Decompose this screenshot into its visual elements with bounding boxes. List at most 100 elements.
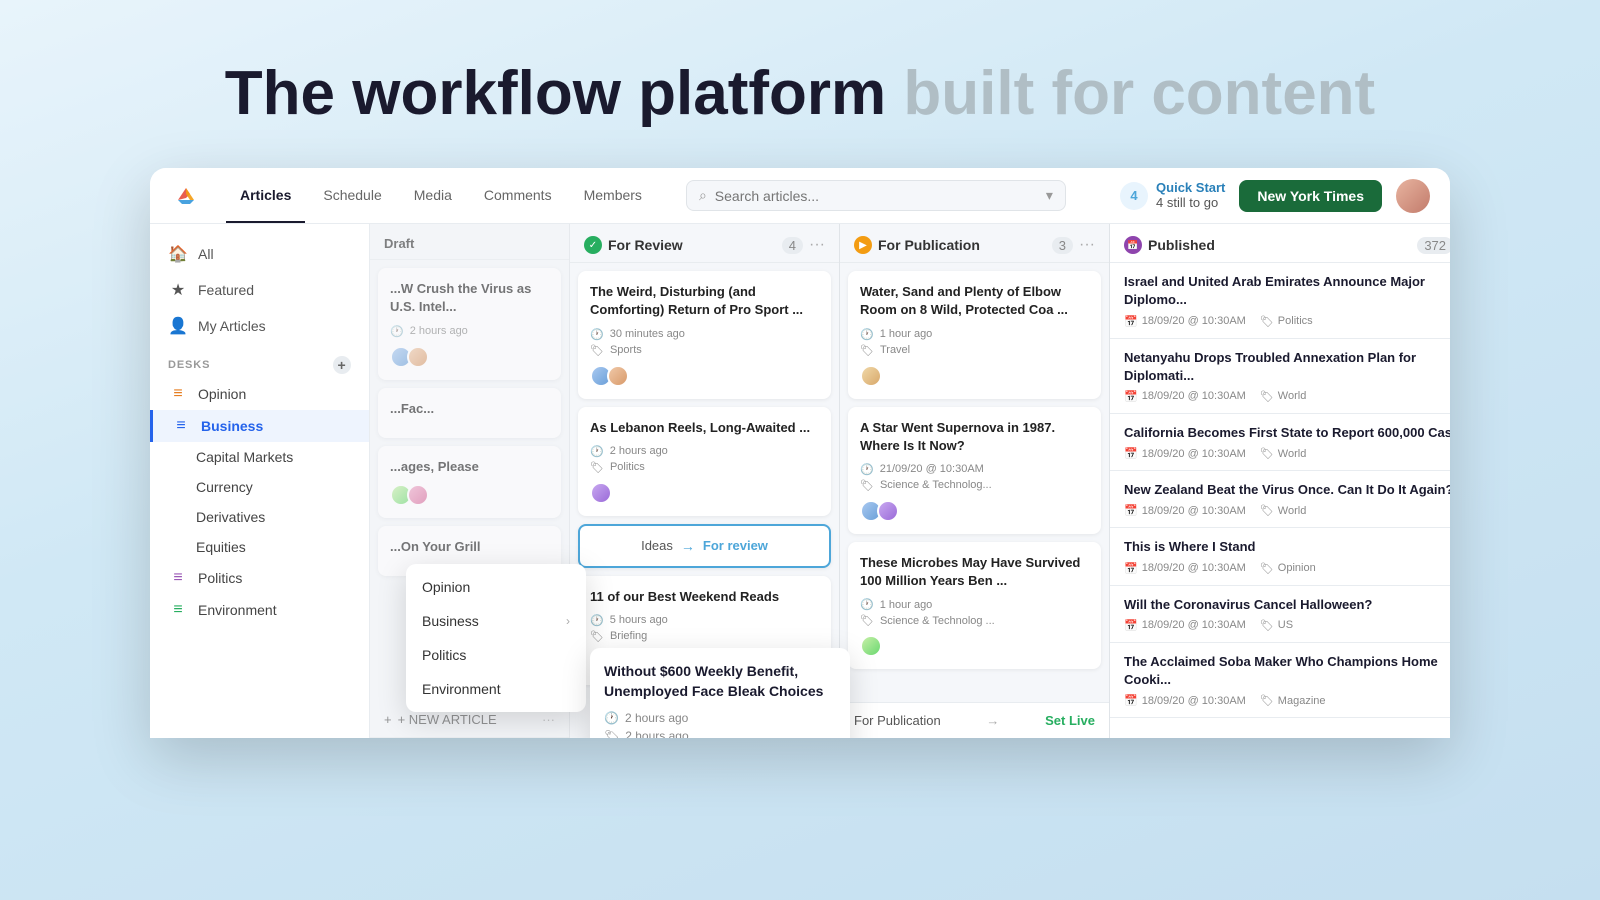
card-pub-3[interactable]: These Microbes May Have Survived 100 Mil…	[848, 542, 1101, 669]
add-desk-button[interactable]: +	[333, 356, 351, 374]
card-pub-3-tag-row: 🏷 Science & Technolog ...	[860, 614, 1089, 627]
search-input[interactable]	[715, 188, 1038, 204]
card-pub-2-tagval: Science & Technolog...	[880, 479, 992, 491]
pub-row-5-meta: 📅 18/09/20 @ 10:30AM 🏷 US	[1124, 619, 1450, 632]
kanban-col-published: 📅 Published 372 ··· Israel and United Ar…	[1110, 224, 1450, 738]
card-pub-3-tagval: Science & Technolog ...	[880, 615, 995, 627]
tooltip-unemployment-title: Without $600 Weekly Benefit, Unemployed …	[604, 662, 836, 701]
hero-title-black: The workflow platform	[225, 59, 886, 128]
sidebar-item-derivatives[interactable]: Derivatives	[150, 502, 369, 532]
tab-articles[interactable]: Articles	[226, 168, 305, 223]
card-review-1-title: The Weird, Disturbing (and Comforting) R…	[590, 283, 819, 319]
sidebar-item-politics[interactable]: ≡ Politics	[150, 562, 369, 594]
pub-row-4-date: 📅 18/09/20 @ 10:30AM	[1124, 562, 1246, 575]
dropdown-business-arrow: ›	[566, 614, 570, 628]
card-pub-1[interactable]: Water, Sand and Plenty of Elbow Room on …	[848, 271, 1101, 398]
set-live-label: For Publication	[854, 713, 941, 728]
cal-icon-2: 📅	[1124, 447, 1138, 460]
search-bar[interactable]: ⌕ ▾	[686, 180, 1066, 211]
pub-row-1-meta: 📅 18/09/20 @ 10:30AM 🏷 World	[1124, 390, 1450, 403]
new-article-plus: +	[384, 712, 392, 727]
sidebar-item-opinion[interactable]: ≡ Opinion	[150, 378, 369, 410]
pub-row-6-date: 📅 18/09/20 @ 10:30AM	[1124, 694, 1246, 707]
filter-icon[interactable]: ▾	[1046, 187, 1053, 204]
desk-business-label: Business	[201, 418, 263, 434]
tag-icon-3: 🏷	[1260, 504, 1274, 517]
card-pub-3-avatars	[860, 635, 877, 657]
sidebar-item-featured[interactable]: ★ Featured	[150, 272, 369, 308]
col-review-menu[interactable]: ···	[809, 236, 825, 254]
quick-start-badge: 4	[1120, 182, 1148, 210]
sidebar-item-my-articles[interactable]: 👤 My Articles	[150, 308, 369, 344]
card-draft-1[interactable]: ...W Crush the Virus as U.S. Intel... 🕐 …	[378, 268, 561, 379]
pub-row-4[interactable]: This is Where I Stand 📅 18/09/20 @ 10:30…	[1110, 528, 1450, 585]
card-review-2[interactable]: As Lebanon Reels, Long-Awaited ... 🕐 2 h…	[578, 407, 831, 516]
pub-row-4-meta: 📅 18/09/20 @ 10:30AM 🏷 Opinion	[1124, 562, 1450, 575]
pub-row-1[interactable]: Netanyahu Drops Troubled Annexation Plan…	[1110, 339, 1450, 414]
col-pub-menu[interactable]: ···	[1079, 236, 1095, 254]
nyt-button[interactable]: New York Times	[1239, 180, 1382, 212]
clock-icon-r1: 🕐	[590, 328, 604, 341]
desks-label: DESKS	[168, 359, 210, 371]
dropdown-item-environment[interactable]: Environment	[406, 672, 586, 706]
dropdown-item-politics[interactable]: Politics	[406, 638, 586, 672]
tab-members[interactable]: Members	[570, 168, 656, 223]
transition-row: Ideas → For review	[592, 538, 817, 554]
sidebar-item-all[interactable]: 🏠 All	[150, 236, 369, 272]
tag-icon-0: 🏷	[1260, 315, 1274, 328]
card-pub-1-title: Water, Sand and Plenty of Elbow Room on …	[860, 283, 1089, 319]
card-pub-1-footer	[860, 365, 1089, 387]
card-draft-2[interactable]: ...Fac...	[378, 388, 561, 438]
sidebar-my-articles-label: My Articles	[198, 318, 266, 334]
sidebar: 🏠 All ★ Featured 👤 My Articles DESKS + ≡…	[150, 224, 370, 738]
clock-tooltip-1: 🕐	[604, 711, 619, 725]
card-review-2-tagval: Politics	[610, 461, 645, 473]
tab-comments[interactable]: Comments	[470, 168, 566, 223]
card-review-transition[interactable]: Ideas → For review	[578, 524, 831, 568]
card-pub-1-meta: 🕐 1 hour ago	[860, 328, 1089, 341]
card-review-1[interactable]: The Weird, Disturbing (and Comforting) R…	[578, 271, 831, 398]
sidebar-item-environment[interactable]: ≡ Environment	[150, 594, 369, 626]
sidebar-item-currency[interactable]: Currency	[150, 472, 369, 502]
tab-schedule[interactable]: Schedule	[309, 168, 395, 223]
card-pub-2-avatars	[860, 500, 894, 522]
cal-icon-0: 📅	[1124, 315, 1138, 328]
layers-icon-politics: ≡	[168, 569, 188, 587]
col-review-count: 4	[782, 237, 803, 254]
app-logo[interactable]	[170, 180, 202, 212]
avatar-2	[407, 346, 429, 368]
tag-icon-p2: 🏷	[860, 479, 874, 492]
sidebar-item-equities[interactable]: Equities	[150, 532, 369, 562]
tag-tooltip-1: 🏷	[604, 729, 619, 738]
avatar-r1b	[607, 365, 629, 387]
desk-equities-label: Equities	[196, 539, 246, 555]
set-live-button[interactable]: Set Live	[1045, 713, 1095, 728]
tab-media[interactable]: Media	[400, 168, 466, 223]
pub-row-3[interactable]: New Zealand Beat the Virus Once. Can It …	[1110, 471, 1450, 528]
pub-row-2[interactable]: California Becomes First State to Report…	[1110, 414, 1450, 471]
desk-environment-label: Environment	[198, 602, 277, 618]
sidebar-item-capital-markets[interactable]: Capital Markets	[150, 442, 369, 472]
quick-start-sub: 4 still to go	[1156, 195, 1225, 211]
avatar[interactable]	[1396, 179, 1430, 213]
clock-icon-r2: 🕐	[590, 445, 604, 458]
card-pub-3-time: 1 hour ago	[880, 599, 933, 611]
pub-row-0[interactable]: Israel and United Arab Emirates Announce…	[1110, 263, 1450, 338]
dropdown-item-business[interactable]: Business ›	[406, 604, 586, 638]
card-draft-1-footer	[390, 346, 549, 368]
card-pub-1-time: 1 hour ago	[880, 328, 933, 340]
pub-row-5-title: Will the Coronavirus Cancel Halloween?	[1124, 596, 1450, 614]
dropdown-business-label: Business	[422, 613, 479, 629]
pub-row-6[interactable]: The Acclaimed Soba Maker Who Champions H…	[1110, 643, 1450, 718]
dropdown-item-opinion[interactable]: Opinion	[406, 570, 586, 604]
card-draft-3[interactable]: ...ages, Please	[378, 446, 561, 518]
col-pub-count: 3	[1052, 237, 1073, 254]
new-article-more[interactable]: ···	[542, 712, 555, 727]
avatar-p2b	[877, 500, 899, 522]
sidebar-item-business[interactable]: ≡ Business	[150, 410, 369, 442]
pub-row-5[interactable]: Will the Coronavirus Cancel Halloween? 📅…	[1110, 586, 1450, 643]
quick-start[interactable]: 4 Quick Start 4 still to go	[1120, 180, 1225, 211]
tag-icon-5: 🏷	[1260, 619, 1274, 632]
card-pub-2[interactable]: A Star Went Supernova in 1987. Where Is …	[848, 407, 1101, 534]
card-pub-2-meta: 🕐 21/09/20 @ 10:30AM	[860, 463, 1089, 476]
